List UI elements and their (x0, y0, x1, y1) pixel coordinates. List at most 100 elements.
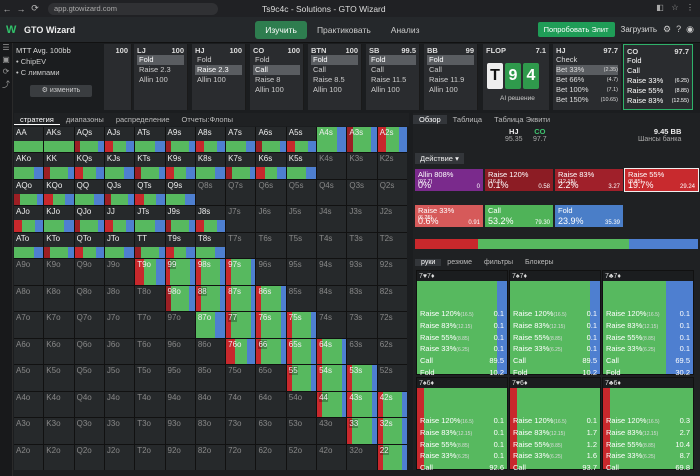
hand-cell[interactable]: T8o (135, 285, 165, 312)
hand-cell[interactable]: 75o (226, 365, 256, 391)
action-summary-box[interactable]: Fold 23.9% 35.39 (555, 205, 623, 227)
hand-cell[interactable]: J8o (104, 285, 135, 312)
action-summary-box[interactable]: Raise 120% (16.5) 0.1% 0.58 (485, 169, 553, 191)
hand-cell[interactable]: J4o (104, 391, 135, 418)
chip-ev-option[interactable]: • ChipEV (16, 57, 102, 66)
reload-icon[interactable]: ⟳ (28, 3, 42, 14)
hand-cell[interactable]: 97o (165, 312, 195, 338)
hand-cell[interactable]: 52o (286, 444, 317, 470)
hand-cell[interactable]: QTs (135, 179, 165, 206)
hand-cell[interactable]: K7s (226, 153, 256, 179)
hand-cell[interactable]: J7s (226, 206, 256, 232)
hand-cell[interactable]: 99 (165, 259, 195, 285)
hand-cell[interactable]: 74o (226, 391, 256, 418)
hand-cell[interactable]: J3o (104, 418, 135, 444)
hand-cell[interactable]: QQ (74, 179, 104, 206)
hand-cell[interactable]: K4s (317, 153, 347, 179)
hand-cell[interactable]: A5o (14, 365, 44, 391)
hand-cell[interactable]: J9o (104, 259, 135, 285)
hand-cell[interactable]: 43s (347, 391, 377, 418)
hand-strategy-card[interactable]: 7♣7♦ Raise 120%(16.5) 0.1 Raise 83%(12.15) 0… (602, 270, 694, 377)
action-summary-box[interactable]: Raise 83% (12.15) 2.2% 3.27 (555, 169, 623, 191)
hand-cell[interactable]: T2o (135, 444, 165, 470)
hand-cell[interactable]: JTs (135, 206, 165, 232)
hand-cell[interactable]: 82o (195, 444, 226, 470)
hand-cell[interactable]: 53s (347, 365, 377, 391)
hand-cell[interactable]: K6o (44, 338, 74, 365)
action-option[interactable]: Raise 11.9 (427, 75, 474, 85)
hand-cell[interactable]: A9s (165, 127, 195, 153)
hand-cell[interactable]: 85s (286, 285, 317, 312)
hand-cell[interactable]: 77 (226, 312, 256, 338)
tab-summary[interactable]: резюме (441, 259, 478, 266)
hand-cell[interactable]: 42s (377, 391, 407, 418)
action-dropdown[interactable]: Действие ▾ (415, 153, 464, 164)
hand-cell[interactable]: JJ (104, 206, 135, 232)
hand-cell[interactable]: Q5o (74, 365, 104, 391)
tab-reports[interactable]: Отчеты:Флопы (176, 115, 240, 124)
tab-filters[interactable]: фильтры (478, 259, 519, 266)
hand-cell[interactable]: T9s (165, 232, 195, 259)
hand-cell[interactable]: 88 (195, 285, 226, 312)
action-option[interactable]: Raise 11.5 (369, 75, 416, 85)
hand-cell[interactable]: K3s (347, 153, 377, 179)
hand-cell[interactable]: Q2o (74, 444, 104, 470)
hand-cell[interactable]: 82s (377, 285, 407, 312)
hand-cell[interactable]: K5o (44, 365, 74, 391)
hand-cell[interactable]: QTo (74, 232, 104, 259)
hand-cell[interactable]: A8o (14, 285, 44, 312)
hand-cell[interactable]: 55 (286, 365, 317, 391)
tab-table[interactable]: Таблица (447, 115, 488, 124)
hand-cell[interactable]: 93o (165, 418, 195, 444)
hand-cell[interactable]: AQo (14, 179, 44, 206)
action-option[interactable]: Allin 100 (195, 75, 242, 85)
action-option[interactable]: Fold (137, 55, 184, 65)
action-option[interactable]: Call (369, 65, 416, 75)
extension-icon[interactable]: ◧ (654, 3, 666, 14)
hand-cell[interactable]: KJs (104, 153, 135, 179)
hand-cell[interactable]: 94o (165, 391, 195, 418)
hand-cell[interactable]: A3s (347, 127, 377, 153)
hand-cell[interactable]: 72o (226, 444, 256, 470)
hand-cell[interactable]: ATs (135, 127, 165, 153)
settings-icon[interactable]: ⚙ (663, 24, 671, 35)
action-summary-box[interactable]: Raise 33% (6.25) 0.6% 0.91 (415, 205, 483, 227)
upgrade-button[interactable]: Попробовать Элит (537, 22, 615, 37)
hand-cell[interactable]: 62o (256, 444, 286, 470)
hand-cell[interactable]: J2s (377, 206, 407, 232)
hand-cell[interactable]: 95o (165, 365, 195, 391)
limp-option[interactable]: • С лимпами (16, 68, 102, 77)
hand-cell[interactable]: 76s (256, 312, 286, 338)
hand-cell[interactable]: 64o (256, 391, 286, 418)
hand-cell[interactable]: J9s (165, 206, 195, 232)
action-option[interactable]: Bet 100% (7.1) (556, 85, 618, 95)
hand-cell[interactable]: Q7s (226, 179, 256, 206)
load-button[interactable]: Загрузить (621, 25, 658, 34)
hand-strategy-card[interactable]: 7♠7♦ Raise 120%(16.5) 0.1 Raise 83%(12.15) 0… (509, 270, 601, 377)
hand-cell[interactable]: 65s (286, 338, 317, 365)
hand-cell[interactable]: 83s (347, 285, 377, 312)
back-icon[interactable]: ← (0, 4, 14, 14)
hand-cell[interactable]: 92o (165, 444, 195, 470)
hand-cell[interactable]: 63o (256, 418, 286, 444)
hand-cell[interactable]: T5s (286, 232, 317, 259)
hand-cell[interactable]: A7o (14, 312, 44, 338)
forward-icon[interactable]: → (14, 4, 28, 14)
hand-cell[interactable]: 44 (317, 391, 347, 418)
action-option[interactable]: Fold (253, 55, 300, 65)
hand-cell[interactable]: AKo (14, 153, 44, 179)
hand-cell[interactable]: AA (14, 127, 44, 153)
hand-cell[interactable]: 83o (195, 418, 226, 444)
hand-cell[interactable]: A3o (14, 418, 44, 444)
action-option[interactable]: Call (427, 65, 474, 75)
hand-cell[interactable]: 93s (347, 259, 377, 285)
hand-cell[interactable]: 63s (347, 338, 377, 365)
action-option[interactable]: Bet 33% (2.35) (556, 65, 618, 75)
action-option[interactable]: Fold (311, 55, 358, 65)
hand-cell[interactable]: K3o (44, 418, 74, 444)
action-option[interactable]: Allin 100 (427, 85, 474, 95)
hand-cell[interactable]: T7s (226, 232, 256, 259)
menu-icon[interactable]: ⋮ (684, 3, 696, 14)
hand-cell[interactable]: 22 (377, 444, 407, 470)
hand-cell[interactable]: Q9s (165, 179, 195, 206)
